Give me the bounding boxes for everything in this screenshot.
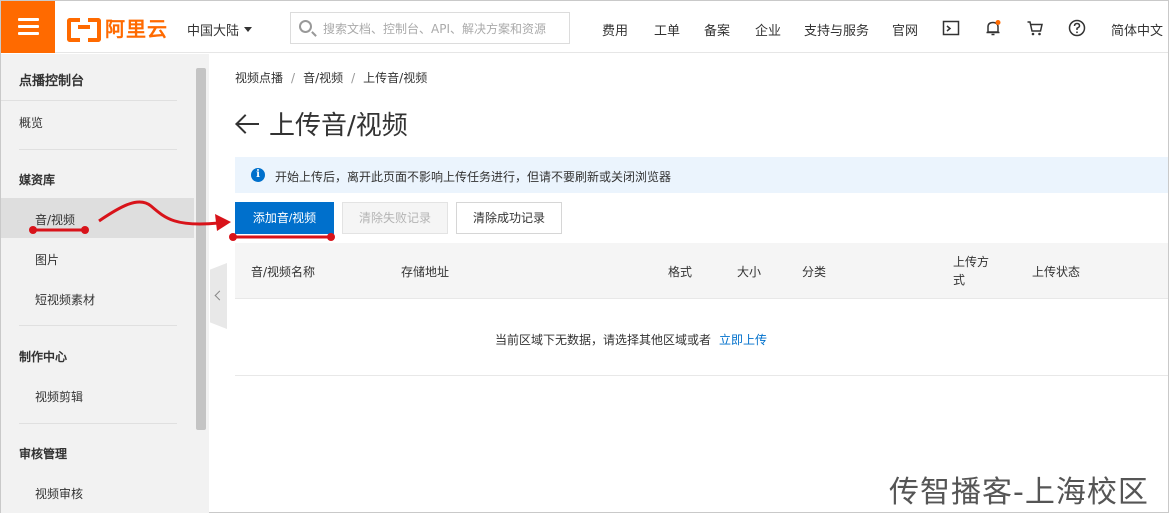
clear-failed-button[interactable]: 清除失败记录 — [342, 202, 448, 234]
clear-success-button[interactable]: 清除成功记录 — [456, 202, 562, 234]
sidebar-item-short-video[interactable]: 短视频素材 — [35, 291, 95, 308]
nav-official-site[interactable]: 官网 — [892, 20, 918, 39]
sidebar-item-audio-video[interactable]: 音/视频 — [35, 211, 75, 228]
watermark: 传智播客-上海校区 — [889, 475, 1149, 510]
column-name: 音/视频名称 — [251, 265, 316, 279]
sidebar-item-overview[interactable]: 概览 — [19, 114, 43, 131]
sidebar-item-video-review[interactable]: 视频审核 — [35, 485, 83, 502]
divider — [19, 325, 177, 326]
column-storage: 存储地址 — [401, 265, 450, 279]
page-title-row: 上传音/视频 — [235, 105, 408, 142]
sidebar: 点播控制台 概览 媒资库 音/视频 图片 短视频素材 制作中心 视频剪辑 审核管… — [1, 54, 209, 513]
breadcrumb-vod[interactable]: 视频点播 — [235, 71, 283, 85]
nav-support[interactable]: 支持与服务 — [804, 20, 869, 39]
sidebar-item-images[interactable]: 图片 — [35, 251, 59, 268]
nav-tickets[interactable]: 工单 — [654, 20, 680, 39]
search-box[interactable] — [290, 12, 570, 44]
breadcrumb-audio-video[interactable]: 音/视频 — [303, 71, 343, 85]
sidebar-item-video-editing[interactable]: 视频剪辑 — [35, 388, 83, 405]
upload-now-link[interactable]: 立即上传 — [719, 333, 767, 347]
sidebar-scrollbar-thumb[interactable] — [196, 68, 206, 430]
upload-notice: i 开始上传后，离开此页面不影响上传任务进行，但请不要刷新或关闭浏览器 — [235, 157, 1168, 193]
nav-fees[interactable]: 费用 — [602, 20, 628, 39]
region-selector[interactable]: 中国大陆 — [187, 20, 253, 39]
help-icon[interactable] — [1068, 19, 1086, 37]
column-format: 格式 — [668, 265, 693, 279]
divider — [19, 423, 177, 424]
terminal-icon[interactable] — [942, 19, 960, 37]
table-bottom-border — [235, 375, 1168, 376]
info-icon: i — [251, 168, 265, 182]
column-upload-method: 上传方式 — [953, 255, 990, 287]
column-upload-status: 上传状态 — [1032, 265, 1081, 279]
cart-icon[interactable] — [1026, 19, 1044, 37]
aliyun-logo[interactable]: 阿里云 — [67, 15, 168, 42]
sidebar-group-production[interactable]: 制作中心 — [19, 348, 67, 365]
add-audio-video-button[interactable]: 添加音/视频 — [235, 202, 334, 234]
collapse-sidebar-icon[interactable] — [210, 263, 227, 329]
breadcrumb: 视频点播 / 音/视频 / 上传音/视频 — [235, 71, 428, 85]
column-category: 分类 — [802, 265, 827, 279]
column-size: 大小 — [737, 265, 762, 279]
empty-text: 当前区域下无数据，请选择其他区域或者 — [495, 333, 712, 347]
nav-enterprise[interactable]: 企业 — [755, 20, 781, 39]
divider — [1, 100, 177, 101]
language-switch[interactable]: 简体中文 — [1111, 20, 1163, 39]
sidebar-title: 点播控制台 — [19, 74, 85, 89]
caret-down-icon — [244, 27, 253, 32]
search-input[interactable] — [323, 19, 563, 39]
region-label: 中国大陆 — [187, 24, 240, 39]
table-header: 音/视频名称 存储地址 格式 大小 分类 上传方式 上传状态 — [235, 243, 1168, 299]
notice-text: 开始上传后，离开此页面不影响上传任务进行，但请不要刷新或关闭浏览器 — [275, 170, 672, 184]
search-icon — [299, 20, 312, 33]
divider — [19, 149, 177, 150]
breadcrumb-upload: 上传音/视频 — [363, 71, 428, 85]
table-empty-state: 当前区域下无数据，请选择其他区域或者 立即上传 — [495, 331, 767, 348]
logo-mark-icon — [67, 16, 101, 42]
page-title: 上传音/视频 — [269, 111, 408, 141]
sidebar-group-review[interactable]: 审核管理 — [19, 445, 67, 462]
sidebar-group-media[interactable]: 媒资库 — [19, 171, 55, 188]
menu-icon[interactable] — [1, 1, 55, 53]
back-arrow-icon[interactable] — [235, 114, 261, 134]
logo-text: 阿里云 — [105, 16, 168, 41]
bell-icon[interactable] — [984, 19, 1002, 37]
nav-icp[interactable]: 备案 — [704, 20, 730, 39]
top-bar: 阿里云 中国大陆 费用 工单 备案 企业 支持与服务 官网 简体中文 — [1, 1, 1168, 53]
sidebar-active-highlight — [1, 198, 194, 238]
